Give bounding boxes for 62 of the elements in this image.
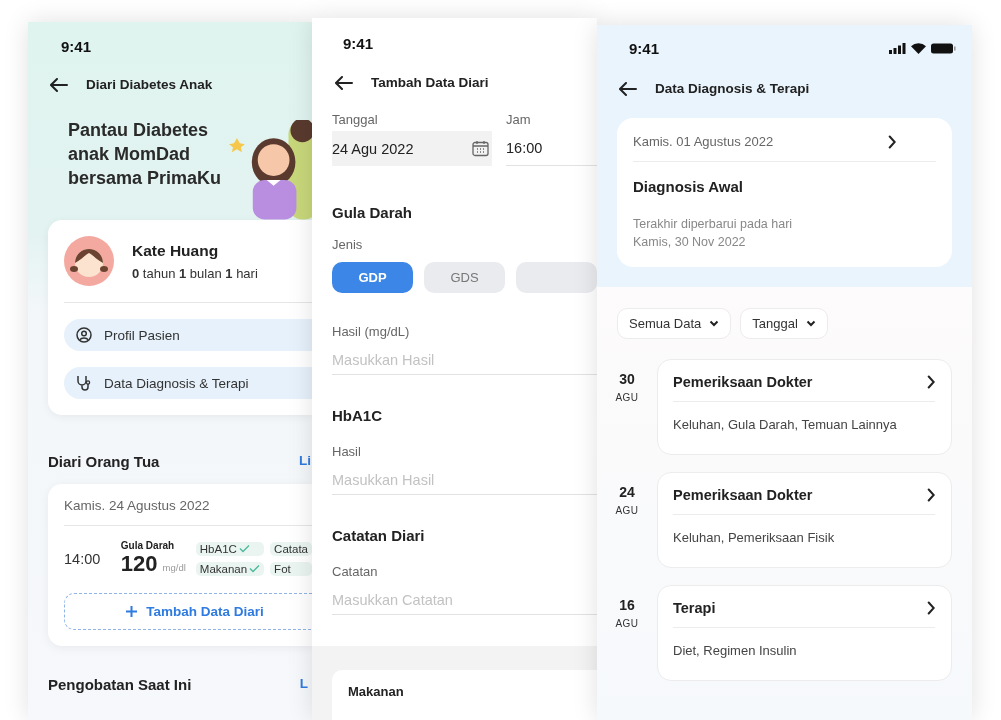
add-diary-button[interactable]: Tambah Data Diari xyxy=(64,593,312,630)
section-title: HbA1C xyxy=(332,407,383,424)
menu-item[interactable]: Profil Pasien xyxy=(64,319,312,351)
glucose-value: 120 xyxy=(120,551,158,577)
filter-dropdown[interactable]: Semua Data xyxy=(617,308,732,339)
status-time: 9:41 xyxy=(629,40,660,57)
entry-day: 30 xyxy=(619,371,635,387)
screen-title: Data Diagnosis & Terapi xyxy=(655,81,810,96)
field-label: Jam xyxy=(506,112,532,127)
patient-name: Kate Huang xyxy=(132,241,220,260)
status-time: 9:41 xyxy=(342,34,375,52)
see-all-link[interactable]: Li xyxy=(299,453,312,470)
section-title: Gula Darah xyxy=(332,204,414,221)
input-field[interactable]: Masukkan Hasil xyxy=(332,345,597,375)
field-label: Tanggal xyxy=(332,112,379,127)
field-label: Hasil xyxy=(332,444,362,459)
update-note: Terakhir diperbarui pada hari xyxy=(633,216,794,233)
record-title: Pemeriksaan Dokter xyxy=(673,374,813,390)
see-all-link[interactable]: L xyxy=(299,676,312,693)
section-title: Diari Orang Tua xyxy=(48,453,160,470)
record-detail: Diet, Regimen Insulin xyxy=(673,643,798,658)
diagnosis-card[interactable]: Kamis. 01 Agustus 2022 Diagnosis Awal Terakhir diperbarui pada hari Kamis, 30 Nov 2022 xyxy=(617,118,952,267)
headline: Pantau Diabetes anak MomDad bersama PrimaKu xyxy=(68,119,223,190)
entry-tag: Fot xyxy=(270,561,312,576)
entry-tag: Makanan xyxy=(195,561,265,576)
entry-day: 24 xyxy=(619,484,635,500)
screen-title: Tambah Data Diari xyxy=(371,75,489,90)
record-card[interactable]: Terapi Diet, Regimen Insulin xyxy=(657,585,952,681)
patient-age: 0 tahun 1 bulan 1 hari xyxy=(132,265,258,281)
entry-tag: Catata xyxy=(270,541,312,556)
type-option[interactable]: GDP xyxy=(332,262,413,293)
entry-month: AGU xyxy=(615,392,639,403)
record-title: Terapi xyxy=(673,600,716,616)
glucose-unit: mg/dl xyxy=(162,562,186,573)
record-card[interactable]: Pemeriksaan Dokter Keluhan, Pemeriksaan Fisik xyxy=(657,472,952,568)
type-option[interactable]: GDS xyxy=(424,262,505,293)
record-detail: Keluhan, Pemeriksaan Fisik xyxy=(673,530,836,545)
card-date: Kamis. 01 Agustus 2022 xyxy=(633,134,774,149)
entry-time: 14:00 xyxy=(64,550,102,567)
record-detail: Keluhan, Gula Darah, Temuan Lainnya xyxy=(673,417,898,432)
section-title: Catatan Diari xyxy=(332,527,426,544)
entry-month: AGU xyxy=(615,505,639,516)
menu-item[interactable]: Data Diagnosis & Terapi xyxy=(64,367,312,399)
field-label: Catatan xyxy=(332,564,379,579)
status-time: 9:41 xyxy=(60,37,93,55)
update-note: Kamis, 30 Nov 2022 xyxy=(633,234,747,251)
field-label: Hasil (mg/dL) xyxy=(332,324,411,339)
entry-tag: HbA1C xyxy=(195,541,265,556)
entry-day: 16 xyxy=(619,597,635,613)
section-title: Pengobatan Saat Ini xyxy=(48,676,192,693)
record-card[interactable]: Pemeriksaan Dokter Keluhan, Gula Darah, Temuan Lainnya xyxy=(657,359,952,455)
input-field[interactable]: Masukkan Hasil xyxy=(332,465,597,495)
card-title: Makanan xyxy=(332,670,597,720)
record-title: Pemeriksaan Dokter xyxy=(673,487,813,503)
entry-month: AGU xyxy=(615,618,639,629)
input-field[interactable]: Masukkan Catatan xyxy=(332,585,597,615)
metric-label: Gula Darah xyxy=(120,540,176,551)
card-title: Diagnosis Awal xyxy=(633,178,745,195)
date-field[interactable]: 24 Agu 2022 xyxy=(332,131,492,166)
field-label: Jenis xyxy=(332,237,364,252)
screen-title: Diari Diabetes Anak xyxy=(86,77,213,92)
filter-dropdown[interactable]: Tanggal xyxy=(740,308,828,339)
